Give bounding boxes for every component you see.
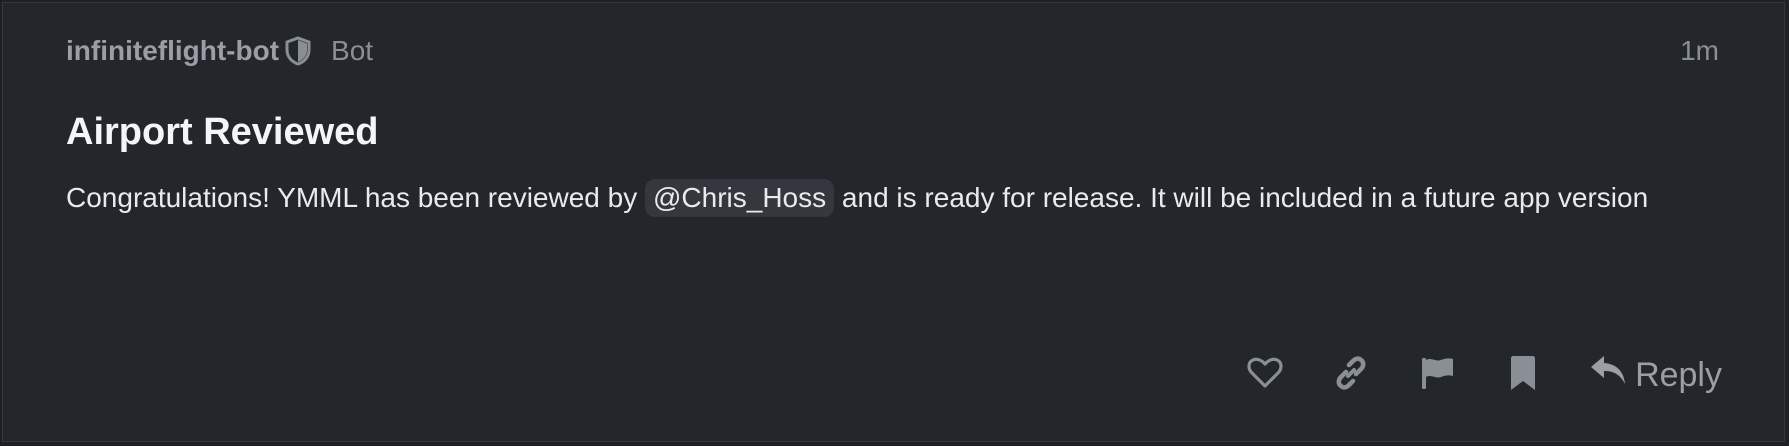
- reply-label: Reply: [1635, 355, 1722, 394]
- share-link-button[interactable]: [1325, 349, 1377, 401]
- reply-icon: [1589, 354, 1627, 397]
- user-mention[interactable]: @Chris_Hoss: [645, 179, 835, 217]
- like-button[interactable]: [1239, 349, 1291, 401]
- post-card: infiniteflight-bot Bot 1m Airport Review…: [2, 2, 1785, 442]
- post-timestamp[interactable]: 1m: [1680, 33, 1719, 69]
- flag-icon: [1419, 355, 1455, 396]
- post-body-text-continued: and is ready for release. It will be inc…: [834, 182, 1649, 213]
- heart-icon: [1247, 357, 1283, 394]
- link-icon: [1333, 355, 1369, 396]
- post-title: Airport Reviewed: [66, 111, 379, 153]
- post-body: Congratulations! YMML has been reviewed …: [66, 177, 1666, 219]
- bookmark-button[interactable]: [1497, 349, 1549, 401]
- bookmark-icon: [1509, 355, 1537, 396]
- author-username[interactable]: infiniteflight-bot: [66, 35, 279, 67]
- post-actions: Reply: [1239, 349, 1722, 401]
- author-badge: Bot: [331, 35, 374, 66]
- flag-button[interactable]: [1411, 349, 1463, 401]
- post-body-text: Congratulations! YMML has been reviewed …: [66, 182, 645, 213]
- shield-icon: [285, 36, 311, 66]
- reply-button[interactable]: Reply: [1589, 354, 1722, 397]
- post-meta: infiniteflight-bot Bot: [66, 33, 373, 69]
